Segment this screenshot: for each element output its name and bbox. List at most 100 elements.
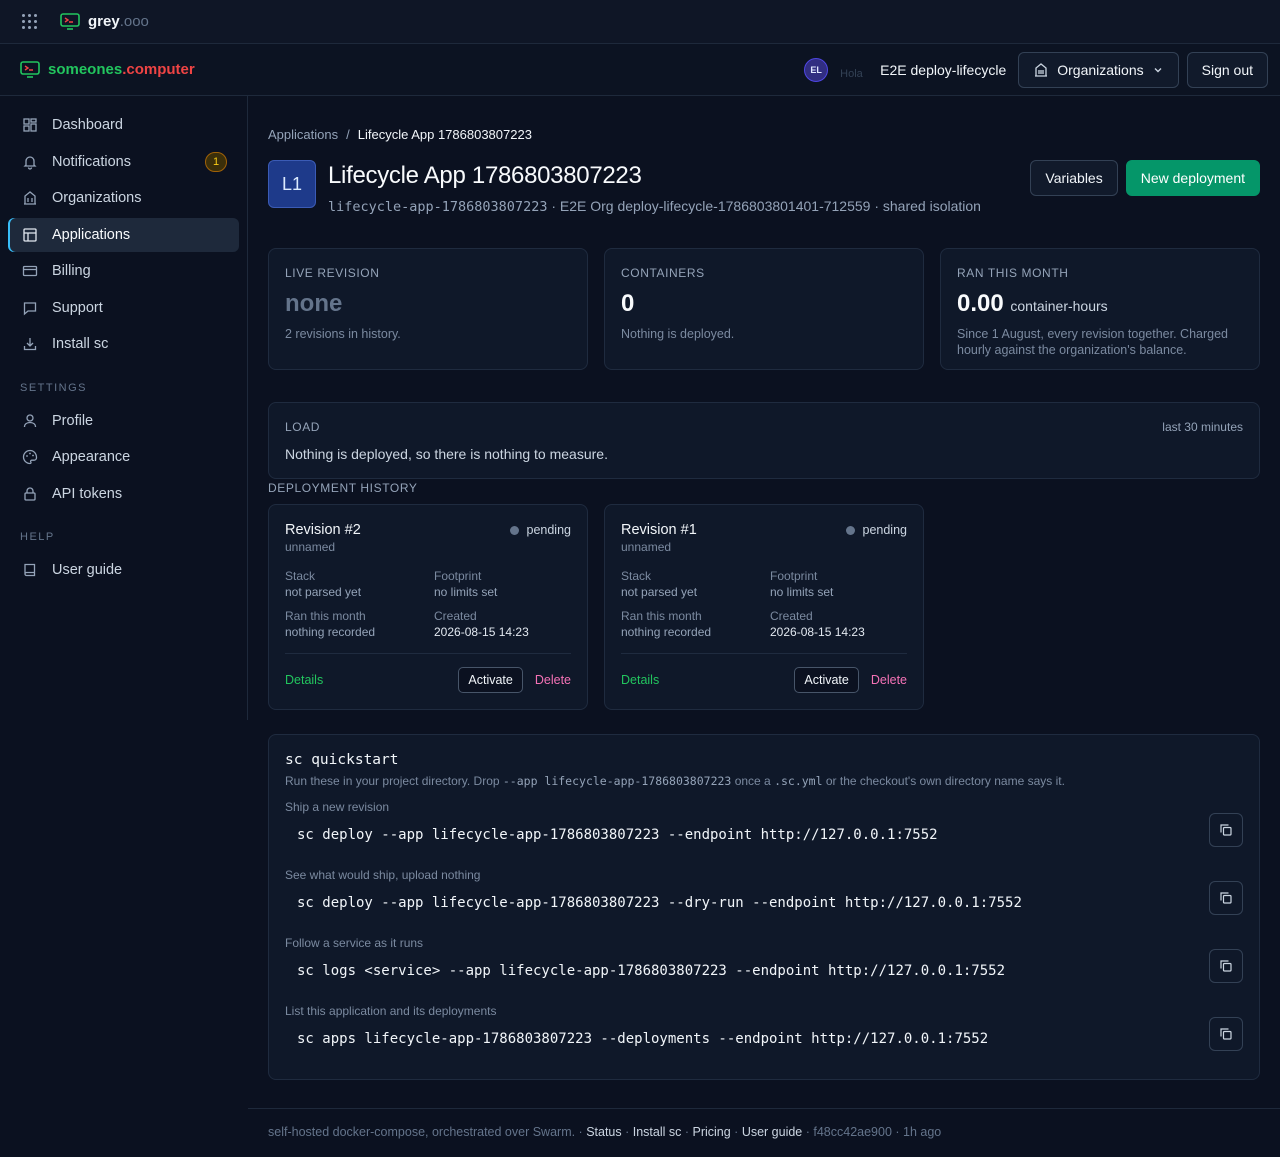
footer-text: self-hosted docker-compose, orchestrated… [268, 1125, 576, 1139]
brand-suffix: .ooo [119, 13, 149, 30]
download-icon [23, 338, 37, 351]
site-brand[interactable]: someones.computer [20, 60, 195, 79]
stat-label: RAN THIS MONTH [957, 266, 1069, 280]
sidebar-item-user-guide[interactable]: User guide [8, 553, 239, 587]
details-link[interactable]: Details [285, 673, 323, 687]
revision-name: unnamed [285, 540, 336, 554]
footer-link-status[interactable]: Status [586, 1125, 621, 1139]
footer-age: 1h ago [903, 1125, 942, 1139]
command-block: Follow a service as it runs sc logs <ser… [285, 936, 1243, 1004]
desc-text: once a [731, 774, 775, 788]
sidebar-item-applications[interactable]: Applications [8, 217, 239, 252]
sidebar-item-support[interactable]: Support [8, 291, 239, 325]
sidebar-item-label: Notifications [52, 153, 131, 170]
organizations-button[interactable]: Organizations [1018, 51, 1179, 88]
building-icon [24, 191, 36, 205]
stat-note: 2 revisions in history. [285, 327, 401, 341]
command-label: List this application and its deployment… [285, 1004, 497, 1018]
app-meta: · E2E Org deploy-lifecycle-1786803801401… [547, 198, 981, 214]
copy-button[interactable] [1209, 1017, 1243, 1051]
breadcrumb-separator: / [346, 127, 350, 142]
sign-out-button[interactable]: Sign out [1186, 51, 1268, 88]
field-label: Created [770, 609, 813, 623]
revision-name: unnamed [621, 540, 672, 554]
deployment-history-heading: DEPLOYMENT HISTORY [268, 481, 418, 495]
status-badge: pending [509, 522, 572, 538]
quickstart-title: sc quickstart [285, 752, 399, 768]
avatar[interactable]: EL [804, 57, 829, 82]
quickstart-description: Run these in your project directory. Dro… [285, 774, 1243, 788]
status-text: pending [526, 523, 572, 537]
grey-brand[interactable]: grey.ooo [60, 12, 149, 31]
copy-button[interactable] [1209, 949, 1243, 983]
copy-button[interactable] [1209, 813, 1243, 847]
brand-right: computer [126, 61, 195, 78]
activate-button[interactable]: Activate [458, 667, 523, 693]
lock-icon [24, 486, 36, 501]
copy-icon [1220, 824, 1232, 836]
sidebar-item-appearance[interactable]: Appearance [8, 440, 239, 474]
sidebar-item-api-tokens[interactable]: API tokens [8, 477, 239, 511]
breadcrumb-parent[interactable]: Applications [268, 127, 338, 142]
footer-link-user-guide[interactable]: User guide [742, 1125, 802, 1139]
quickstart-card: sc quickstart Run these in your project … [268, 734, 1260, 1080]
footer-link-pricing[interactable]: Pricing [692, 1125, 730, 1139]
footprint-field: Footprint no limits set [770, 568, 907, 600]
sidebar-item-billing[interactable]: Billing [8, 254, 239, 288]
sidebar-item-dashboard[interactable]: Dashboard [8, 108, 239, 142]
command-text[interactable]: sc deploy --app lifecycle-app-1786803807… [297, 895, 1243, 911]
user-icon [23, 413, 37, 427]
credit-card-icon [22, 265, 38, 277]
hours-value: 0.00 [957, 290, 1004, 317]
desc-code: --app lifecycle-app-1786803807223 [502, 774, 732, 788]
field-value: nothing recorded [285, 625, 376, 639]
field-label: Ran this month [621, 609, 702, 623]
copy-button[interactable] [1209, 881, 1243, 915]
sidebar-item-label: Billing [52, 263, 91, 279]
ran-this-month-card: RAN THIS MONTH 0.00 container-hours Sinc… [940, 248, 1260, 370]
command-text[interactable]: sc deploy --app lifecycle-app-1786803807… [297, 827, 1243, 843]
page-title: Lifecycle App 1786803807223 [328, 162, 642, 189]
sidebar-item-notifications[interactable]: Notifications 1 [8, 145, 239, 179]
copy-icon [1220, 892, 1232, 904]
field-value: nothing recorded [621, 625, 712, 639]
help-heading: HELP [20, 531, 55, 543]
delete-link[interactable]: Delete [535, 673, 571, 687]
containers-card: CONTAINERS 0 Nothing is deployed. [604, 248, 924, 370]
details-link[interactable]: Details [621, 673, 659, 687]
sidebar-item-organizations[interactable]: Organizations [8, 181, 239, 215]
variables-button[interactable]: Variables [1030, 160, 1118, 196]
load-range: last 30 minutes [1162, 420, 1243, 434]
command-text[interactable]: sc logs <service> --app lifecycle-app-17… [297, 963, 1243, 979]
stat-value: 0.00 container-hours [957, 290, 1243, 318]
created-field: Created 2026-08-15 14:23 [770, 608, 907, 640]
desc-text: or the checkout's own directory name say… [822, 774, 1065, 788]
delete-link[interactable]: Delete [871, 673, 907, 687]
activate-button[interactable]: Activate [794, 667, 859, 693]
ran-field: Ran this month nothing recorded [621, 608, 770, 640]
command-text[interactable]: sc apps lifecycle-app-1786803807223 --de… [297, 1031, 1243, 1047]
apps-grid-icon[interactable] [22, 13, 38, 30]
field-label: Created [434, 609, 477, 623]
sidebar-item-profile[interactable]: Profile [8, 404, 239, 438]
command-label: See what would ship, upload nothing [285, 868, 481, 882]
field-value: not parsed yet [621, 585, 698, 599]
copy-icon [1220, 1028, 1232, 1040]
settings-heading: SETTINGS [20, 381, 88, 394]
sidebar-item-label: Dashboard [52, 117, 123, 133]
sidebar-item-install-sc[interactable]: Install sc [8, 327, 239, 361]
command-block: See what would ship, upload nothing sc d… [285, 868, 1243, 936]
sidebar-item-label: API tokens [52, 485, 123, 502]
new-deployment-button[interactable]: New deployment [1125, 160, 1260, 196]
sidebar-item-label: User guide [52, 562, 123, 578]
app-header: someones.computer EL Hola E2E deploy-lif… [0, 44, 1280, 96]
footer-link-install[interactable]: Install sc [633, 1125, 682, 1139]
app-subtitle: lifecycle-app-1786803807223 · E2E Org de… [328, 198, 981, 215]
created-field: Created 2026-08-15 14:23 [434, 608, 571, 640]
stat-label: CONTAINERS [621, 266, 705, 280]
sidebar-item-label: Appearance [52, 449, 131, 465]
sidebar-item-label: Support [52, 299, 103, 316]
chevron-down-icon [1154, 67, 1162, 72]
top-bar: grey.ooo [0, 0, 1280, 44]
live-revision-card: LIVE REVISION none 2 revisions in histor… [268, 248, 588, 370]
